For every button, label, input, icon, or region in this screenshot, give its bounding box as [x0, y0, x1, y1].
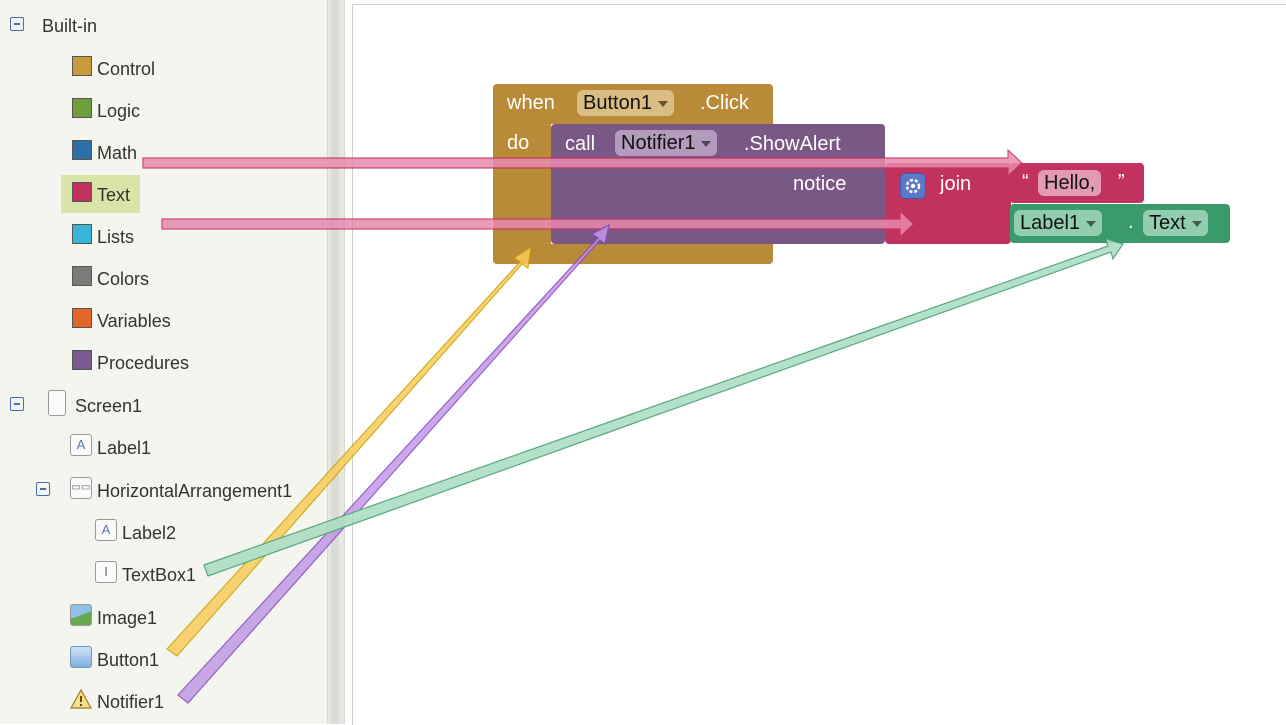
mutator-gear-icon[interactable] — [900, 173, 926, 199]
drawer-item-label: Procedures — [97, 352, 190, 373]
warning-icon — [69, 688, 93, 709]
tree-item-label: HorizontalArrangement1 — [97, 480, 293, 501]
drawer-item-variables[interactable]: Variables — [72, 307, 171, 335]
do-label: do — [507, 132, 530, 154]
image-icon — [70, 604, 92, 626]
open-quote: “ — [1022, 171, 1029, 193]
label-icon: A — [70, 434, 92, 456]
component-dropdown[interactable]: Button1 — [577, 90, 674, 116]
dot-label: . — [1128, 211, 1134, 233]
drawer-item-label: Logic — [97, 100, 141, 121]
component-dropdown-label: Notifier1 — [621, 132, 696, 154]
collapse-builtin-icon[interactable] — [10, 17, 24, 31]
drawer-item-procedures[interactable]: Procedures — [72, 349, 189, 377]
property-dropdown[interactable]: Text — [1143, 210, 1208, 236]
drawer-item-label: Lists — [97, 226, 135, 247]
component-dropdown-label: Button1 — [583, 92, 652, 114]
tree-item-label: Image1 — [97, 607, 158, 628]
tree-item-label: Button1 — [97, 649, 160, 670]
procedures-swatch-icon — [72, 350, 92, 370]
variables-swatch-icon — [72, 308, 92, 328]
event-name-label: .Click — [700, 92, 749, 114]
drawer-item-label: Variables — [97, 310, 171, 331]
drawer-item-logic[interactable]: Logic — [72, 97, 140, 125]
component-dropdown-label: Label1 — [1020, 212, 1081, 234]
call-label: call — [565, 133, 596, 155]
method-label: .ShowAlert — [744, 133, 841, 155]
tree-item-label: Label1 — [97, 437, 152, 458]
textbox-icon: I — [95, 561, 117, 583]
chevron-down-icon — [701, 141, 712, 147]
control-swatch-icon — [72, 56, 92, 76]
drawer-item-math[interactable]: Math — [72, 139, 137, 167]
drawer-item-lists[interactable]: Lists — [72, 223, 134, 251]
drawer-item-label: Colors — [97, 268, 150, 289]
tree-item-label: Label2 — [122, 522, 177, 543]
component-dropdown[interactable]: Notifier1 — [615, 130, 718, 156]
collapse-harr-icon[interactable] — [36, 482, 50, 496]
horizontal-arrangement-icon: ▭▭ — [70, 477, 92, 499]
tree-item-horizontalarrangement1[interactable]: ▭▭ HorizontalArrangement1 — [70, 477, 292, 505]
tree-item-label2[interactable]: A Label2 — [95, 519, 176, 547]
text-swatch-icon — [72, 182, 92, 202]
lists-swatch-icon — [72, 224, 92, 244]
logic-swatch-icon — [72, 98, 92, 118]
when-label: when — [507, 92, 555, 114]
drawer-item-label: Control — [97, 58, 156, 79]
drawer-item-colors[interactable]: Colors — [72, 265, 149, 293]
tree-item-label: Notifier1 — [97, 691, 165, 712]
tree-item-notifier1[interactable]: Notifier1 — [69, 688, 165, 716]
drawer-scroll-thumb[interactable] — [331, 0, 339, 724]
join-label: join — [940, 173, 972, 195]
notice-socket-label: notice — [793, 173, 847, 195]
component-dropdown[interactable]: Label1 — [1014, 210, 1103, 236]
drawer-item-label: Text — [97, 184, 131, 205]
builtin-label[interactable]: Built-in — [42, 12, 97, 40]
blocks-drawer-panel: Built-in Control Logic Math Text Lists C… — [0, 0, 327, 724]
chevron-down-icon — [657, 101, 668, 107]
tree-item-textbox1[interactable]: I TextBox1 — [95, 561, 196, 589]
tree-item-image1[interactable]: Image1 — [70, 604, 157, 632]
colors-swatch-icon — [72, 266, 92, 286]
tree-item-label1[interactable]: A Label1 — [70, 434, 151, 462]
phone-icon — [48, 390, 66, 416]
close-quote: ” — [1118, 171, 1125, 193]
drawer-item-text[interactable]: Text — [72, 181, 130, 209]
tree-item-button1[interactable]: Button1 — [70, 646, 159, 674]
text-value-field[interactable]: Hello, — [1038, 170, 1102, 196]
property-dropdown-label: Text — [1149, 212, 1186, 234]
drawer-item-control[interactable]: Control — [72, 55, 155, 83]
button-icon — [70, 646, 92, 668]
chevron-down-icon — [1086, 221, 1097, 227]
drawer-item-label: Math — [97, 142, 138, 163]
tree-item-label: TextBox1 — [122, 564, 197, 585]
label-icon: A — [95, 519, 117, 541]
tree-item-screen1[interactable]: Screen1 — [48, 390, 143, 420]
collapse-screen-icon[interactable] — [10, 397, 24, 411]
tree-item-label: Screen1 — [75, 395, 143, 416]
chevron-down-icon — [1191, 221, 1202, 227]
math-swatch-icon — [72, 140, 92, 160]
